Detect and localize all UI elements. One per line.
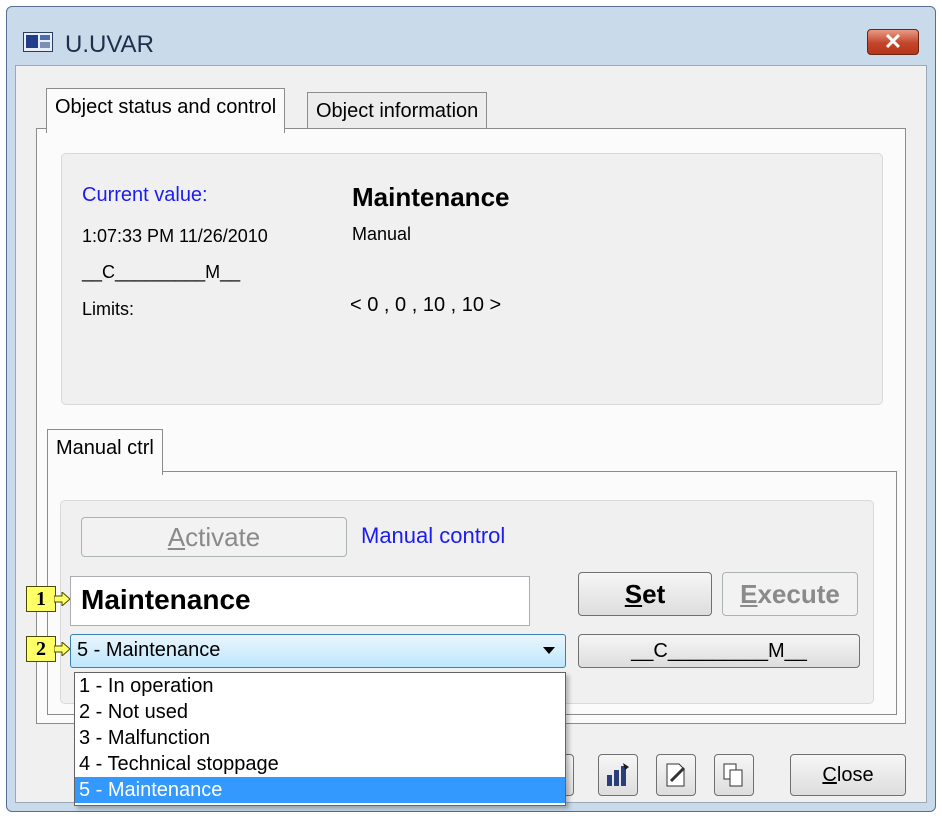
set-button[interactable]: Set [578, 572, 712, 616]
status-group: Current value: Maintenance 1:07:33 PM 11… [61, 153, 883, 405]
activate-label: ctivate [185, 522, 261, 552]
limits-label: Limits: [82, 299, 135, 319]
callout-badge: 2 [26, 636, 56, 662]
dropdown-option-selected[interactable]: 5 - Maintenance [75, 777, 565, 803]
dropdown-option[interactable]: 1 - In operation [75, 673, 565, 699]
copy-icon [715, 755, 753, 794]
title-bar[interactable]: U.UVAR ✕ [7, 7, 935, 65]
activate-access-key: A [167, 522, 186, 552]
state-dropdown-list: 1 - In operation 2 - Not used 3 - Malfun… [74, 672, 566, 806]
dropdown-option[interactable]: 2 - Not used [75, 699, 565, 725]
tab-object-information[interactable]: Object information [307, 92, 488, 132]
chart-button[interactable] [598, 754, 638, 796]
execute-access-key: E [740, 579, 758, 609]
tab-object-status[interactable]: Object status and control [46, 88, 286, 133]
window-title: U.UVAR [65, 31, 154, 58]
execute-button[interactable]: Execute [722, 572, 858, 616]
window-app-icon [23, 32, 53, 52]
close-access-key: C [822, 764, 837, 786]
tab-label: Object status and control [55, 96, 277, 118]
dropdown-option[interactable]: 4 - Technical stoppage [75, 751, 565, 777]
current-value-label: Current value: [82, 184, 208, 206]
timestamp: 1:07:33 PM 11/26/2010 [82, 226, 268, 246]
combo-selected-text: 5 - Maintenance [77, 639, 221, 661]
dropdown-option[interactable]: 3 - Malfunction [75, 725, 565, 751]
callout-arrow-icon [54, 592, 70, 606]
close-button[interactable]: Close [790, 754, 906, 796]
tab-label: Manual ctrl [56, 437, 154, 459]
window-close-button[interactable]: ✕ [867, 29, 919, 55]
close-icon: ✕ [883, 29, 903, 54]
callout-badge: 1 [26, 586, 56, 612]
set-access-key: S [624, 579, 643, 609]
tab-label: Object information [316, 100, 479, 122]
mode-text: Manual [352, 224, 412, 244]
close-label: lose [836, 764, 874, 786]
manual-control-label: Manual control [361, 523, 506, 548]
execute-label: xecute [757, 579, 840, 609]
limits-value: < 0 , 0 , 10 , 10 > [350, 294, 502, 316]
manual-value-input[interactable]: Maintenance [70, 576, 530, 626]
flags-button[interactable]: __C_________M__ [578, 634, 860, 668]
chart-icon [599, 755, 637, 794]
tab-manual-ctrl[interactable]: Manual ctrl [47, 429, 163, 475]
chevron-down-icon [543, 647, 555, 654]
activate-button[interactable]: Activate [81, 517, 347, 557]
copy-button[interactable] [714, 754, 754, 796]
callout-arrow-icon [54, 642, 70, 656]
set-label: et [642, 579, 666, 609]
edit-document-icon [657, 755, 695, 794]
edit-button[interactable] [656, 754, 696, 796]
status-flags: __C_________M__ [82, 262, 241, 282]
state-combo[interactable]: 5 - Maintenance [70, 634, 566, 668]
current-value: Maintenance [352, 182, 510, 212]
